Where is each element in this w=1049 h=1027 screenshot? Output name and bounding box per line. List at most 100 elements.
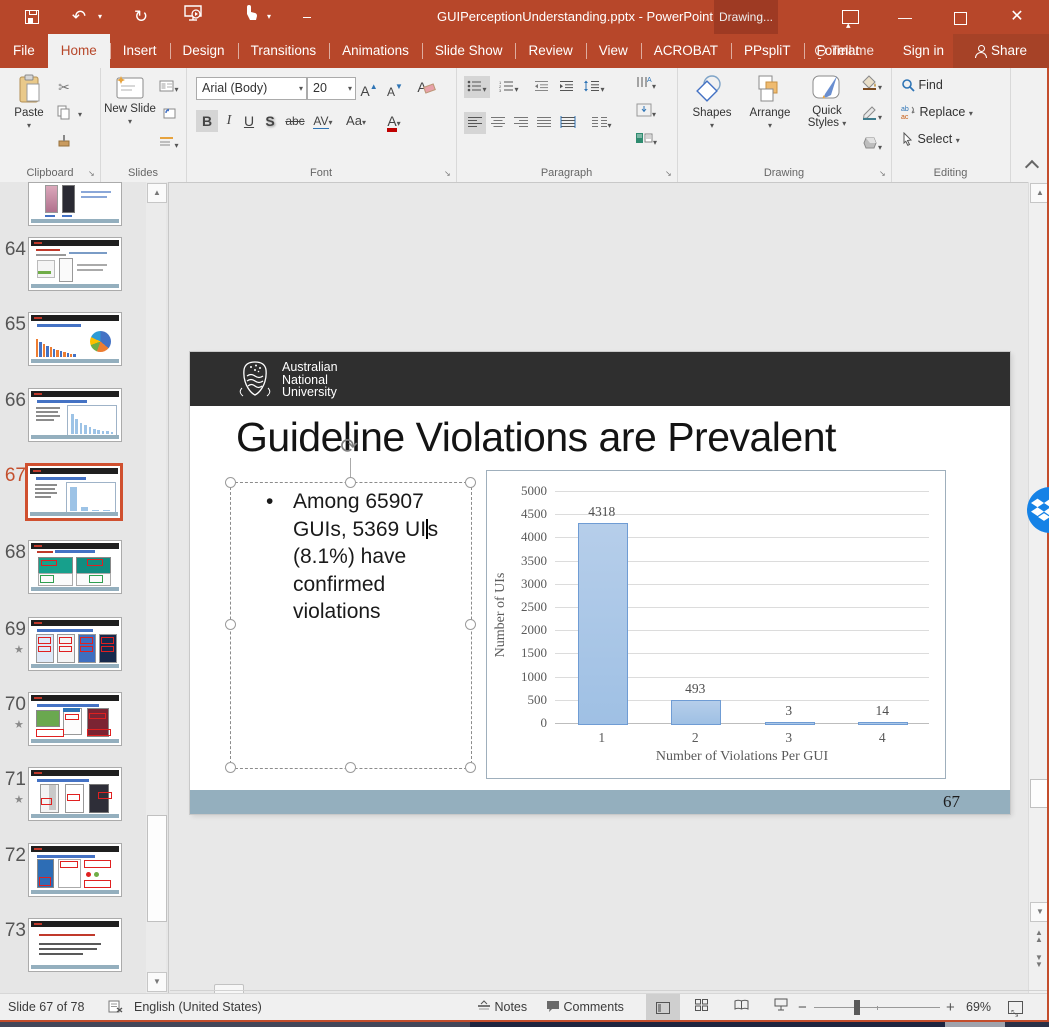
tab-slide-show[interactable]: Slide Show (422, 34, 516, 68)
slide-thumbnail-partial[interactable] (28, 182, 122, 226)
shapes-button[interactable]: Shapes▾ (685, 74, 739, 131)
tab-home[interactable]: Home (48, 34, 110, 68)
selection-handle-top-left[interactable] (225, 477, 236, 488)
slide-canvas[interactable]: Australian National University Guideline… (190, 352, 1010, 814)
start-slideshow-icon[interactable] (180, 0, 206, 34)
thumbnail-scrollbar-thumb[interactable] (147, 815, 167, 922)
shape-fill-button[interactable]: ▾ (857, 74, 887, 96)
strikethrough-button[interactable]: abc (282, 110, 308, 132)
share-button[interactable]: Share (953, 34, 1049, 68)
comments-toggle[interactable]: Comments (546, 994, 624, 1021)
underline-button[interactable]: U (239, 110, 259, 132)
bar-chart[interactable]: 0500100015002000250030003500400045005000… (486, 470, 946, 779)
thumbnail-scrollbar[interactable]: ▲ ▼ (146, 182, 166, 993)
selection-handle-bottom-right[interactable] (465, 762, 476, 773)
chart-bar-2[interactable] (671, 700, 721, 725)
tab-transitions[interactable]: Transitions (238, 34, 330, 68)
decrease-font-size-button[interactable]: A▼ (384, 76, 406, 98)
rotate-handle-icon[interactable]: ⟳ (336, 434, 362, 460)
cut-button[interactable]: ✂ (52, 76, 76, 98)
chart-bar-3[interactable] (765, 722, 815, 726)
text-shadow-button[interactable]: S (260, 110, 280, 132)
tab-animations[interactable]: Animations (329, 34, 422, 68)
numbering-button[interactable]: 123▾ (496, 76, 522, 98)
next-slide-button[interactable]: ▼▼ (1030, 952, 1048, 972)
zoom-out-button[interactable]: − (798, 994, 807, 1021)
tab-acrobat[interactable]: ACROBAT (641, 34, 731, 68)
normal-view-button[interactable] (646, 994, 680, 1021)
new-slide-button[interactable]: New Slide ▾ (104, 74, 156, 127)
columns-button[interactable]: ▾ (588, 112, 616, 134)
selection-handle-bottom-center[interactable] (345, 762, 356, 773)
fit-slide-to-window-button[interactable] (1008, 994, 1023, 1021)
convert-to-smartart-button[interactable]: ▾ (626, 129, 666, 151)
main-scrollbar[interactable]: ▲ ▼ ▲▲ ▼▼ (1028, 182, 1049, 993)
bullet-text[interactable]: • Among 65907 GUIs, 5369 UIs (8.1%) have… (266, 488, 456, 626)
tab-ppsplit[interactable]: PPspliT (731, 34, 804, 68)
slide-layout-button[interactable]: ▾ (158, 76, 180, 98)
font-color-button[interactable]: A▾ (382, 110, 406, 132)
arrange-button[interactable]: Arrange▾ (743, 74, 797, 131)
distribute-text-button[interactable] (556, 112, 580, 134)
increase-font-size-button[interactable]: A▲ (358, 76, 380, 98)
decrease-indent-button[interactable] (530, 76, 552, 98)
chart-bar-1[interactable] (578, 523, 628, 725)
customize-qat-icon[interactable]: ▾ (300, 0, 314, 34)
justify-button[interactable] (533, 112, 555, 134)
slide-thumbnail-71[interactable] (28, 767, 122, 821)
tell-me-button[interactable]: Tell me (815, 34, 874, 68)
clipboard-dialog-launcher[interactable]: ↘ (88, 169, 97, 178)
text-direction-button[interactable]: A▾ (626, 73, 666, 95)
sign-in-button[interactable]: Sign in (903, 34, 944, 68)
find-button[interactable]: Find (901, 74, 991, 96)
tab-insert[interactable]: Insert (110, 34, 170, 68)
minimize-button[interactable]: — (888, 0, 922, 34)
change-case-button[interactable]: Aa▾ (342, 110, 370, 132)
shape-effects-button[interactable]: ▾ (857, 134, 887, 156)
zoom-level[interactable]: 69% (966, 994, 991, 1021)
reading-view-button[interactable] (724, 994, 758, 1021)
paragraph-dialog-launcher[interactable]: ↘ (665, 169, 674, 178)
language-indicator[interactable]: English (United States) (134, 994, 262, 1021)
tab-design[interactable]: Design (170, 34, 238, 68)
slide-sorter-view-button[interactable] (684, 994, 718, 1021)
bullets-button[interactable]: ▾ (464, 76, 490, 98)
thumbnail-scroll-down-button[interactable]: ▼ (147, 972, 167, 992)
align-left-button[interactable] (464, 112, 486, 134)
undo-icon[interactable]: ↶ (66, 0, 92, 34)
character-spacing-button[interactable]: AV▾ (310, 110, 336, 132)
chart-bar-4[interactable] (858, 722, 908, 726)
close-button[interactable]: ✕ (1000, 0, 1034, 34)
slide-thumbnail-73[interactable] (28, 918, 122, 972)
quick-styles-button[interactable]: Quick Styles ▾ (801, 74, 853, 130)
italic-button[interactable]: I (219, 110, 239, 132)
slide-thumbnail-64[interactable] (28, 237, 122, 291)
select-button[interactable]: Select ▾ (901, 128, 1005, 150)
slide-thumbnail-68[interactable] (28, 540, 122, 594)
align-center-button[interactable] (487, 112, 509, 134)
redo-icon[interactable]: ↻ (128, 0, 154, 34)
slide-thumbnail-66[interactable] (28, 388, 122, 442)
font-dialog-launcher[interactable]: ↘ (444, 169, 453, 178)
maximize-button[interactable] (943, 0, 977, 34)
font-name-combo[interactable]: Arial (Body)▾ (196, 77, 307, 100)
paste-button[interactable]: Paste▾ (8, 74, 50, 131)
selection-handle-mid-right[interactable] (465, 619, 476, 630)
increase-indent-button[interactable] (555, 76, 577, 98)
context-tab-drawing[interactable]: Drawing... (714, 0, 778, 34)
slide-thumbnail-70[interactable] (28, 692, 122, 746)
bold-button[interactable]: B (196, 110, 218, 132)
save-icon[interactable] (22, 0, 42, 34)
spell-check-icon[interactable] (108, 994, 123, 1021)
align-text-button[interactable]: ▾ (626, 101, 666, 123)
reset-slide-button[interactable] (158, 104, 180, 126)
zoom-slider-thumb[interactable] (854, 1000, 860, 1015)
zoom-in-button[interactable]: + (946, 994, 955, 1021)
copy-dropdown-icon[interactable]: ▾ (78, 110, 82, 119)
selection-handle-top-center[interactable] (345, 477, 356, 488)
touch-mode-dropdown-icon[interactable]: ▾ (264, 0, 274, 34)
slide-indicator[interactable]: Slide 67 of 78 (8, 994, 84, 1021)
slide-thumbnail-72[interactable] (28, 843, 122, 897)
shape-outline-button[interactable]: ▾ (857, 104, 887, 126)
tab-review[interactable]: Review (515, 34, 585, 68)
